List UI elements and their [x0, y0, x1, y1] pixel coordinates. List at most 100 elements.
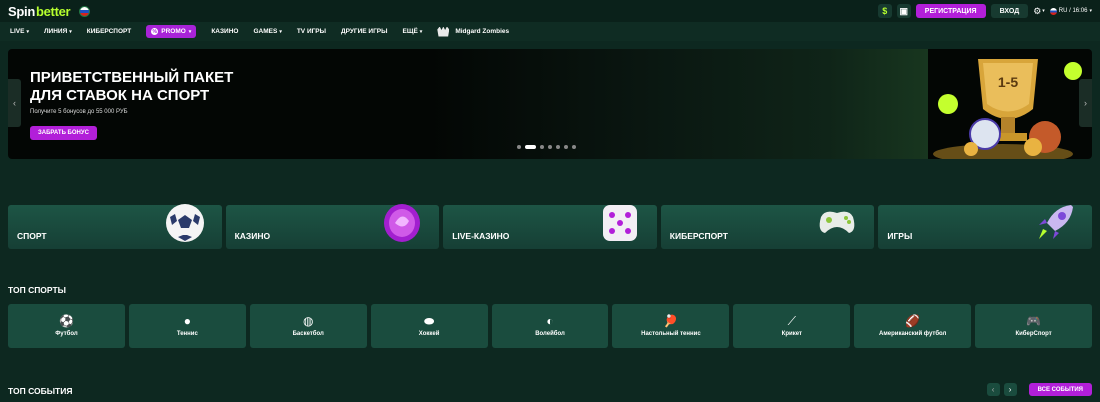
- basketball-icon: ◍: [302, 314, 314, 328]
- trophy-illustration: 1-5: [933, 59, 1082, 159]
- category-tile-casino[interactable]: КАЗИНО: [225, 204, 440, 249]
- chevron-down-icon: ▾: [69, 28, 72, 35]
- top-bar-actions: $ ▣ РЕГИСТРАЦИЯ ВХОД ⚙ ▾ RU / 16:06 ▾: [877, 4, 1092, 18]
- sport-label: Теннис: [176, 331, 198, 337]
- football-icon: ⚽: [58, 314, 74, 328]
- register-button[interactable]: РЕГИСТРАЦИЯ: [915, 4, 986, 18]
- banner-title-line: ПРИВЕТСТВЕННЫЙ ПАКЕТ: [30, 69, 234, 86]
- gift-icon[interactable]: ▣: [896, 4, 911, 18]
- chevron-down-icon: ▾: [279, 28, 282, 35]
- pagination-dot[interactable]: [517, 145, 521, 149]
- banner-next-arrow-icon[interactable]: ›: [1079, 79, 1092, 127]
- nav-item-live[interactable]: LIVE ▾: [10, 28, 29, 35]
- chevron-left-icon[interactable]: ‹: [986, 383, 1000, 396]
- top-sports-title: ТОП СПОРТЫ: [8, 285, 66, 295]
- pagination-dot[interactable]: [564, 145, 568, 149]
- pagination-dot[interactable]: [540, 145, 544, 149]
- nav-label: GAMES: [253, 28, 278, 35]
- sport-label: КиберСпорт: [1015, 331, 1052, 337]
- russia-flag-icon[interactable]: [79, 5, 91, 17]
- top-events-controls: ‹ › ВСЕ СОБЫТИЯ: [986, 383, 1092, 396]
- nav-item-games[interactable]: GAMES ▾: [253, 28, 281, 35]
- sport-volleyball[interactable]: ◐ Волейбол: [491, 304, 609, 348]
- banner-title: ПРИВЕТСТВЕННЫЙ ПАКЕТ ДЛЯ СТАВОК НА СПОРТ: [30, 69, 233, 105]
- dollar-icon[interactable]: $: [877, 4, 892, 18]
- pagination-dot[interactable]: [548, 145, 552, 149]
- nav-label: ДРУГИЕ ИГРЫ: [341, 28, 388, 35]
- gamepad-icon: 🎮: [1026, 314, 1042, 328]
- nav-label: TV ИГРЫ: [296, 28, 326, 35]
- sport-football[interactable]: ⚽ Футбол: [8, 304, 125, 348]
- banner-prev-arrow-icon[interactable]: ‹: [8, 79, 21, 127]
- nav-item-esports[interactable]: КИБЕРСПОРТ: [87, 28, 131, 35]
- category-label: КАЗИНО: [234, 231, 271, 241]
- chevron-down-icon: ▾: [419, 28, 423, 35]
- nav-item-casino[interactable]: КАЗИНО: [211, 28, 238, 35]
- sport-esports[interactable]: 🎮 КиберСпорт: [975, 304, 1093, 348]
- trophy-text: 1-5: [998, 74, 1018, 90]
- sport-label: Волейбол: [535, 331, 565, 337]
- banner-title-line: ДЛЯ СТАВОК НА СПОРТ: [30, 87, 210, 104]
- tennis-ball-icon: ●: [183, 314, 191, 328]
- main-navigation: LIVE ▾ ЛИНИЯ ▾ КИБЕРСПОРТ % PROMO ▾ КАЗИНО G…: [0, 22, 1100, 41]
- nav-label: КИБЕРСПОРТ: [86, 28, 132, 35]
- category-label: КИБЕРСПОРТ: [669, 231, 728, 241]
- login-button[interactable]: ВХОД: [990, 4, 1029, 18]
- nav-item-tv-games[interactable]: TV ИГРЫ: [297, 28, 326, 35]
- logo[interactable]: Spin better: [8, 3, 71, 19]
- claim-bonus-button[interactable]: ЗАБРАТЬ БОНУС: [30, 126, 97, 140]
- category-tile-live-casino[interactable]: LIVE-КАЗИНО: [443, 205, 657, 249]
- banner-pagination: [517, 145, 576, 149]
- nav-item-other-games[interactable]: ДРУГИЕ ИГРЫ: [341, 28, 387, 35]
- settings-gear-icon[interactable]: ⚙ ▾: [1033, 6, 1045, 17]
- top-events-title: ТОП СОБЫТИЯ: [8, 386, 73, 396]
- top-bar: Spin better $ ▣ РЕГИСТРАЦИЯ ВХОД ⚙ ▾ RU /…: [0, 0, 1100, 22]
- logo-spin-text: Spin: [8, 3, 35, 19]
- sport-table-tennis[interactable]: 🏓 Настольный теннис: [612, 304, 730, 348]
- sport-label: Футбол: [55, 331, 78, 337]
- russia-flag-icon: [1049, 7, 1057, 15]
- pagination-dot[interactable]: [556, 145, 560, 149]
- nav-item-more[interactable]: ЕЩЁ ▾: [402, 28, 422, 35]
- nav-item-promo[interactable]: % PROMO ▾: [146, 25, 197, 38]
- top-sports-list: ⚽ Футбол ● Теннис ◍ Баскетбол ⬬ Хоккей ◐ Воле…: [8, 304, 1093, 348]
- sport-american-football[interactable]: 🏈 Американский футбол: [854, 304, 972, 348]
- category-tile-esports[interactable]: КИБЕРСПОРТ: [660, 205, 875, 249]
- gamepad-icon: [820, 211, 855, 233]
- sport-label: Крикет: [781, 331, 802, 337]
- ping-pong-icon: 🏓: [663, 314, 679, 328]
- sport-label: Настольный теннис: [641, 331, 701, 337]
- nav-item-midgard-zombies[interactable]: Midgard Zombies: [437, 26, 510, 37]
- pagination-dot-active[interactable]: [525, 145, 536, 149]
- chevron-down-icon: ▾: [1089, 8, 1092, 14]
- american-football-icon: 🏈: [905, 314, 921, 328]
- sport-tennis[interactable]: ● Теннис: [128, 304, 246, 348]
- pagination-dot[interactable]: [572, 145, 576, 149]
- casino-chip-icon: [384, 204, 421, 242]
- category-label: СПОРТ: [17, 231, 47, 241]
- soccer-ball-icon: [165, 204, 204, 242]
- sport-basketball[interactable]: ◍ Баскетбол: [249, 304, 367, 348]
- cricket-bat-icon: ⟋: [787, 314, 796, 328]
- rocket-icon: [1038, 205, 1073, 239]
- promo-banner[interactable]: ‹ ПРИВЕТСТВЕННЫЙ ПАКЕТ ДЛЯ СТАВОК НА СПО…: [8, 49, 1092, 159]
- sport-hockey[interactable]: ⬬ Хоккей: [370, 304, 488, 348]
- category-tile-games[interactable]: ИГРЫ: [878, 205, 1092, 249]
- sport-label: Хоккей: [418, 331, 440, 337]
- sport-cricket[interactable]: ⟋ Крикет: [733, 304, 851, 348]
- category-label: ИГРЫ: [887, 231, 913, 241]
- volleyball-icon: ◐: [546, 314, 554, 328]
- chevron-down-icon: ▾: [26, 28, 29, 35]
- hockey-puck-icon: ⬬: [423, 314, 435, 328]
- nav-label: ЕЩЁ: [402, 28, 418, 35]
- all-events-button[interactable]: ВСЕ СОБЫТИЯ: [1028, 383, 1092, 396]
- category-tile-sport[interactable]: СПОРТ: [8, 204, 222, 249]
- crown-icon: [437, 26, 450, 37]
- nav-label: PROMO: [161, 28, 186, 35]
- chevron-right-icon[interactable]: ›: [1003, 383, 1017, 396]
- nav-label: КАЗИНО: [211, 28, 239, 35]
- banner-subtitle: Получите 5 бонусов до 55 000 РУБ: [30, 109, 128, 115]
- nav-item-line[interactable]: ЛИНИЯ ▾: [44, 28, 72, 35]
- language-selector[interactable]: RU / 16:06 ▾: [1049, 7, 1092, 15]
- nav-label: Midgard Zombies: [455, 28, 510, 35]
